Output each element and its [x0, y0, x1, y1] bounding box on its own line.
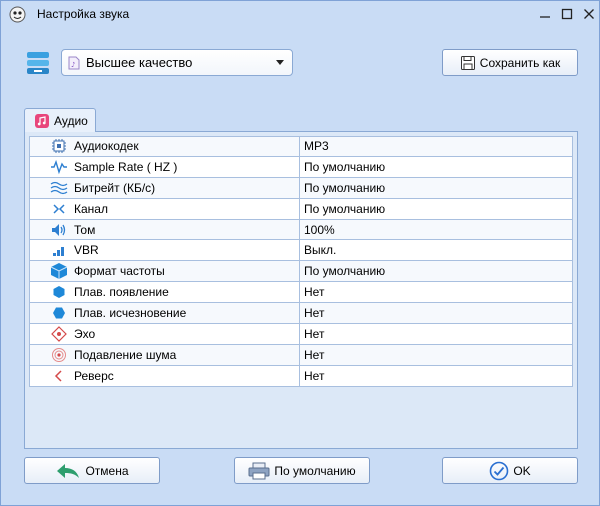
property-name-cell: VBR [29, 240, 300, 261]
window-title: Настройка звука [37, 7, 130, 21]
property-value[interactable]: Нет [300, 344, 573, 365]
property-name-cell: Плав. появление [29, 282, 300, 303]
property-name-cell: Аудиокодек [29, 137, 300, 156]
codec-chip-icon [50, 138, 68, 154]
property-name: Том [74, 222, 96, 237]
ok-label: OK [513, 463, 531, 478]
property-row[interactable]: Подавление шума Нет [29, 344, 573, 366]
reverse-arrow-icon [50, 368, 68, 384]
ok-button[interactable]: OK [442, 457, 578, 484]
tab-audio-label: Аудио [54, 113, 88, 128]
property-name: Битрейт (КБ/с) [74, 180, 156, 195]
property-value[interactable]: По умолчанию [300, 177, 573, 198]
default-label: По умолчанию [274, 463, 356, 478]
property-row[interactable]: Битрейт (КБ/с) По умолчанию [29, 177, 573, 199]
cube-icon [50, 263, 68, 280]
svg-text:♪: ♪ [71, 61, 75, 69]
property-row[interactable]: Аудиокодек MP3 [29, 136, 573, 157]
quality-preset-dropdown[interactable]: ♪ Высшее качество [61, 49, 293, 76]
save-as-label: Сохранить как [479, 55, 561, 70]
maximize-icon[interactable] [557, 5, 577, 23]
property-value[interactable]: По умолчанию [300, 198, 573, 219]
fade-in-hexagon-icon [50, 284, 68, 300]
property-name-cell: Плав. исчезновение [29, 303, 300, 324]
property-value[interactable]: Нет [300, 324, 573, 344]
sample-rate-icon [50, 159, 68, 175]
save-as-button[interactable]: Сохранить как [442, 49, 578, 76]
properties-grid: Аудиокодек MP3 Sample Rate ( HZ ) По умолча… [29, 136, 573, 387]
property-name: Эхо [74, 326, 96, 341]
tab-audio[interactable]: Аудио [24, 108, 96, 132]
cancel-label: Отмена [85, 463, 129, 478]
property-row[interactable]: Канал По умолчанию [29, 198, 573, 220]
preset-selected-value: Высшее качество [86, 55, 193, 70]
printer-icon [248, 462, 270, 480]
close-icon[interactable] [579, 5, 599, 23]
property-value[interactable]: Нет [300, 365, 573, 386]
audio-file-icon: ♪ [68, 56, 80, 70]
property-row[interactable]: Эхо Нет [29, 324, 573, 345]
property-name-cell: Эхо [29, 324, 300, 344]
undo-arrow-icon [55, 462, 81, 480]
property-row[interactable]: Том 100% [29, 219, 573, 241]
property-value[interactable]: По умолчанию [300, 261, 573, 282]
property-row[interactable]: Формат частоты По умолчанию [29, 261, 573, 283]
app-logo-icon [9, 6, 26, 23]
property-name: Канал [74, 201, 108, 216]
property-row[interactable]: VBR Выкл. [29, 240, 573, 262]
property-row[interactable]: Реверс Нет [29, 365, 573, 387]
property-name: Плав. исчезновение [74, 306, 187, 321]
property-name-cell: Подавление шума [29, 344, 300, 365]
property-row[interactable]: Плав. появление Нет [29, 282, 573, 304]
property-name: Плав. появление [74, 285, 169, 300]
property-value[interactable]: Выкл. [300, 240, 573, 261]
noise-target-icon [50, 347, 68, 363]
property-value[interactable]: MP3 [300, 137, 573, 156]
property-name-cell: Битрейт (КБ/с) [29, 177, 300, 198]
channel-arrows-icon [50, 201, 68, 217]
bitrate-wave-icon [50, 180, 68, 196]
music-note-icon [35, 113, 49, 128]
audio-properties-panel: Аудиокодек MP3 Sample Rate ( HZ ) По умолча… [24, 131, 578, 449]
speaker-volume-icon [50, 222, 68, 238]
property-row[interactable]: Плав. исчезновение Нет [29, 303, 573, 325]
property-value[interactable]: По умолчанию [300, 156, 573, 177]
property-name: VBR [74, 243, 99, 258]
property-value[interactable]: 100% [300, 219, 573, 240]
sound-settings-window: Настройка звука ♪ Высшее качество Сохран… [0, 0, 600, 506]
property-name: Формат частоты [74, 264, 165, 279]
property-name: Аудиокодек [74, 139, 139, 154]
property-name-cell: Формат частоты [29, 261, 300, 282]
property-name-cell: Канал [29, 198, 300, 219]
default-button[interactable]: По умолчанию [234, 457, 370, 484]
property-name-cell: Sample Rate ( HZ ) [29, 156, 300, 177]
cancel-button[interactable]: Отмена [24, 457, 160, 484]
minimize-icon[interactable] [535, 5, 555, 23]
preset-database-icon [24, 49, 52, 77]
property-name-cell: Реверс [29, 365, 300, 386]
property-name-cell: Том [29, 219, 300, 240]
property-name: Подавление шума [74, 347, 177, 362]
title-bar[interactable]: Настройка звука [1, 1, 599, 28]
property-value[interactable]: Нет [300, 303, 573, 324]
vbr-bars-icon [50, 242, 68, 258]
fade-out-hexagon-icon [50, 305, 68, 321]
property-row[interactable]: Sample Rate ( HZ ) По умолчанию [29, 156, 573, 178]
echo-icon [50, 326, 68, 342]
property-value[interactable]: Нет [300, 282, 573, 303]
chevron-down-icon [276, 60, 284, 65]
property-name: Sample Rate ( HZ ) [74, 159, 178, 174]
floppy-disk-icon [460, 55, 476, 71]
check-circle-icon [489, 461, 509, 481]
property-name: Реверс [74, 368, 114, 383]
